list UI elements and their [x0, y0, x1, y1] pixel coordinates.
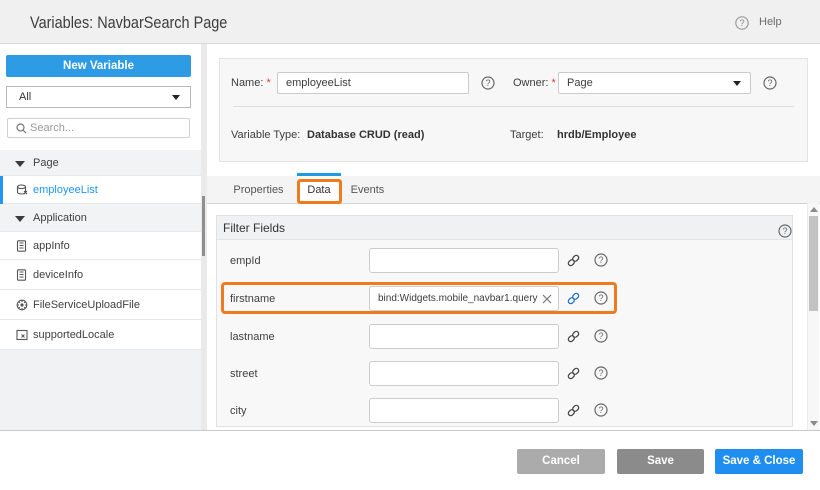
- svg-text:?: ?: [598, 405, 603, 415]
- svg-text:?: ?: [739, 18, 744, 29]
- svg-text:?: ?: [767, 78, 772, 88]
- svg-text:?: ?: [598, 331, 603, 341]
- svg-text:?: ?: [598, 368, 603, 378]
- svg-text:?: ?: [598, 255, 603, 265]
- svg-text:?: ?: [782, 226, 787, 236]
- svg-text:?: ?: [485, 78, 490, 88]
